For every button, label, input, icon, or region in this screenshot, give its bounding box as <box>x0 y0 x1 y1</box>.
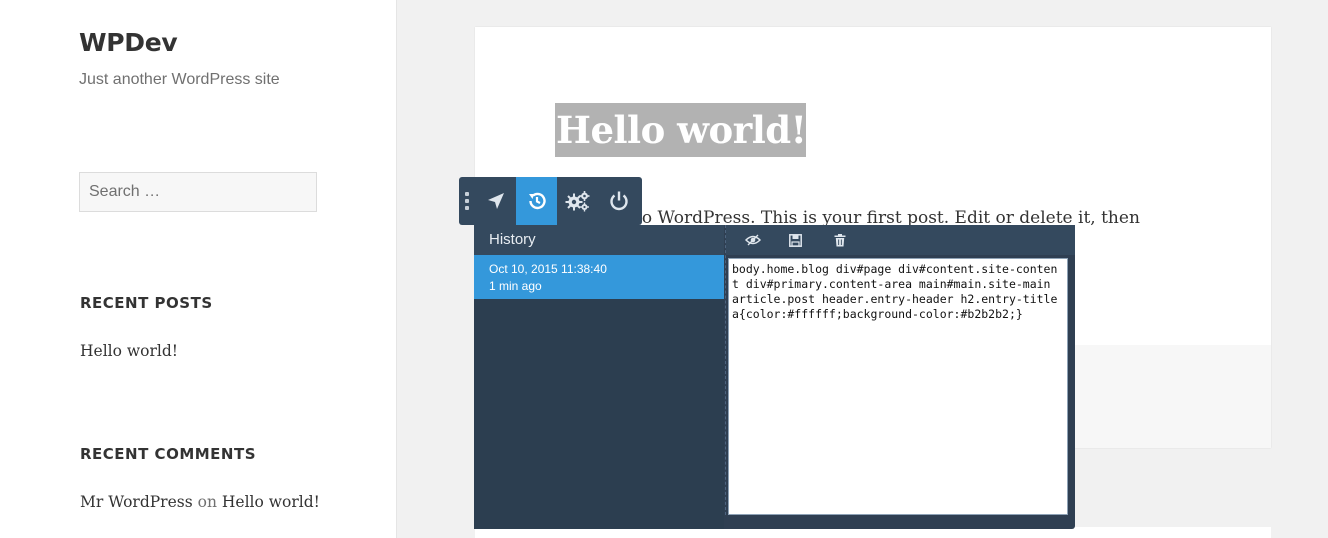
recent-post-link[interactable]: Hello world! <box>80 342 178 360</box>
site-description: Just another WordPress site <box>79 71 280 88</box>
history-header: History <box>474 225 724 255</box>
delete-trash-icon <box>834 233 846 246</box>
history-actions-bar <box>726 225 1075 255</box>
history-icon <box>528 192 546 210</box>
comment-on-text: on <box>197 493 217 511</box>
history-button[interactable] <box>516 177 557 225</box>
preview-button[interactable] <box>745 232 761 248</box>
comment-author-link[interactable]: Mr WordPress <box>80 493 193 511</box>
sidebar: WPDev Just another WordPress site Search… <box>0 0 397 538</box>
comment-post-link[interactable]: Hello world! <box>222 493 320 511</box>
save-button[interactable] <box>787 232 803 248</box>
history-panel: History Oct 10, 2015 11:38:40 1 min ago <box>474 225 1075 529</box>
recent-posts-title: RECENT POSTS <box>80 294 213 312</box>
save-icon <box>788 233 802 247</box>
delete-button[interactable] <box>832 232 848 248</box>
preview-eye-icon <box>745 234 761 246</box>
power-button[interactable] <box>598 177 639 225</box>
navigate-button[interactable] <box>475 177 516 225</box>
history-item-date: Oct 10, 2015 11:38:40 <box>489 262 607 276</box>
settings-button[interactable] <box>557 177 598 225</box>
css-code-preview[interactable]: body.home.blog div#page div#content.site… <box>728 258 1068 515</box>
post-title-link[interactable]: Hello world! <box>555 103 807 157</box>
recent-comments-title: RECENT COMMENTS <box>80 445 257 463</box>
panel-divider <box>725 225 726 515</box>
search-input[interactable]: Search … <box>79 172 317 212</box>
settings-gears-icon <box>565 191 589 212</box>
drag-handle-icon[interactable] <box>459 177 475 225</box>
power-icon <box>609 191 628 211</box>
site-title[interactable]: WPDev <box>79 28 178 57</box>
recent-comment-item: Mr WordPress on Hello world! <box>80 493 320 511</box>
history-list-item[interactable]: Oct 10, 2015 11:38:40 1 min ago <box>474 255 724 299</box>
history-item-ago: 1 min ago <box>489 279 542 293</box>
css-editor-toolbar <box>459 177 642 225</box>
navigate-arrow-icon <box>487 193 504 209</box>
